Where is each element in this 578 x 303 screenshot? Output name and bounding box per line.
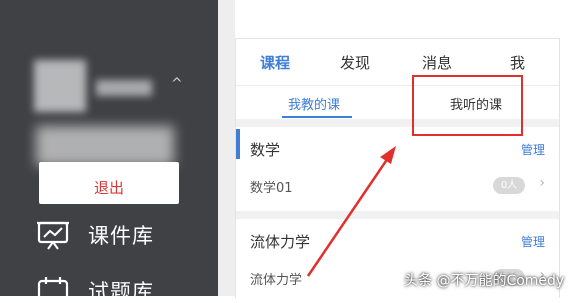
sidebar-item-courseware[interactable]: 课件库 [36,220,154,250]
annotation-highlight-box [412,75,523,136]
logout-button[interactable]: 退出 [39,162,179,204]
sidebar-item-label: 试题库 [88,280,154,296]
logout-label: 退出 [93,179,124,197]
class-name[interactable]: 数学01 [250,177,293,196]
course-title: 流体力学 [250,233,311,251]
avatar[interactable] [34,60,86,112]
course-card[interactable]: 流体力学 管理 流体力学 0人 › [236,219,559,303]
left-sidebar: ^ 退出 课件库 试题库 [0,0,218,296]
active-tab-underline [282,116,352,118]
course-card[interactable]: 数学 管理 数学01 0人 › [236,127,559,211]
username-blurred [96,80,152,96]
tab-messages[interactable]: 消息 [422,52,452,73]
student-count-badge: 0人 [493,177,525,194]
tab-courses[interactable]: 课程 [260,52,290,73]
sidebar-item-label: 课件库 [88,224,154,248]
tab-me[interactable]: 我 [510,52,525,73]
caret-up-icon[interactable]: ^ [171,76,183,92]
panel-gap [218,0,235,296]
course-accent-bar [236,129,240,159]
profile-info-blurred [36,126,174,166]
course-title: 数学 [250,141,281,159]
class-name[interactable]: 流体力学 [250,269,302,288]
question-bank-calendar-icon [37,277,69,296]
tab-discover[interactable]: 发现 [340,52,370,73]
manage-link[interactable]: 管理 [521,233,545,250]
manage-link[interactable]: 管理 [521,141,545,158]
divider [236,211,559,219]
watermark: 头条 @不万能的Comedy [404,273,565,289]
course-accent-bar [236,221,240,251]
courseware-board-icon [37,221,69,250]
subtab-teaching[interactable]: 我教的课 [288,94,340,113]
sidebar-item-question-bank[interactable]: 试题库 [36,276,154,296]
chevron-right-icon[interactable]: › [539,175,545,191]
